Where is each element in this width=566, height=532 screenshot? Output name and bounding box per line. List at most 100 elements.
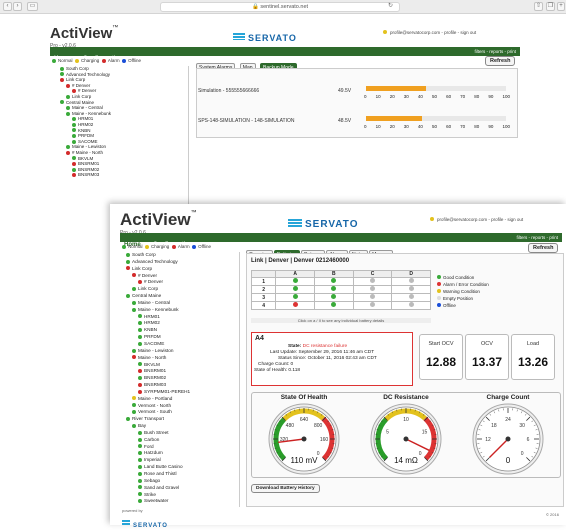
tree-item[interactable]: BNSRM03 (54, 172, 188, 178)
share-icon[interactable]: ⇧ (534, 2, 543, 11)
tree-item-label: Sand and Gravel (144, 485, 179, 490)
battery-cell[interactable] (315, 286, 354, 294)
legend-charging: Charging (151, 244, 169, 249)
tree-item[interactable]: River Transport (120, 416, 239, 423)
tabs-icon[interactable]: ❐ (546, 2, 555, 11)
url-bar[interactable]: 🔒 sentinel.servato.net (160, 2, 400, 12)
tree-item[interactable]: Maine - Kennebunk (120, 307, 239, 314)
voltage-scale: 0102030405060708090100 (364, 124, 510, 129)
url-text: sentinel.servato.net (260, 4, 308, 10)
profile-links[interactable]: profile@servatocorp.com - profile - sign… (430, 217, 523, 222)
scale-tick: 60 (446, 124, 451, 129)
battery-cell[interactable] (315, 302, 354, 310)
tree-item[interactable]: BNSRM02 (120, 375, 239, 382)
sidebar-icon[interactable]: ▭ (27, 2, 38, 11)
filter-links[interactable]: filters - reports - print (474, 47, 516, 56)
sim-row-label[interactable]: SPS-148-SIMULATION - 148-SIMULATION (198, 118, 295, 124)
new-tab-icon[interactable]: + (557, 2, 565, 11)
tree-item[interactable]: BNSRM01 (120, 368, 239, 375)
alarm-icon (172, 245, 176, 249)
tree-item[interactable]: HRM01 (120, 314, 239, 321)
back-icon[interactable]: ‹ (3, 2, 12, 11)
sim-row-label[interactable]: Simulation - 555555666666 (198, 88, 259, 94)
battery-cell[interactable] (392, 286, 431, 294)
tree-item[interactable]: SYRPMM01-PEREH1 (120, 389, 239, 396)
gauge-tick-label: 640 (300, 417, 309, 423)
tree-item[interactable]: Sweetwater (120, 498, 239, 505)
battery-cell[interactable] (276, 294, 315, 302)
tree-item[interactable]: Maine - Central (120, 300, 239, 307)
tree-item[interactable]: Central Maine (120, 293, 239, 300)
tree-item[interactable]: Maine - Lewiston (120, 348, 239, 355)
tree-item[interactable]: Link Corp (120, 266, 239, 273)
battery-cell[interactable] (353, 286, 392, 294)
status-dot-icon (138, 451, 142, 455)
status-dot-icon (60, 100, 64, 104)
battery-cell[interactable] (315, 278, 354, 286)
tree-item[interactable]: # Denver (120, 279, 239, 286)
gauge-title: DC Resistance (357, 394, 455, 401)
table-note: Click on a / II to see any individual ba… (251, 318, 431, 323)
battery-cell[interactable] (353, 294, 392, 302)
refresh-button[interactable]: Refresh (528, 243, 558, 253)
tree-item[interactable]: KNBN (120, 327, 239, 334)
battery-cell[interactable] (392, 294, 431, 302)
tree-item[interactable]: HRM02 (120, 320, 239, 327)
battery-cell[interactable] (392, 302, 431, 310)
tree-item-label: Central Maine (66, 100, 94, 105)
gauge-tick-label: 5 (386, 429, 389, 435)
tree-item[interactable]: Vermont - South (120, 409, 239, 416)
profile-links[interactable]: profile@servatocorp.com - profile - sign… (383, 30, 476, 35)
tree-item[interactable]: Ford (120, 444, 239, 451)
battery-cell[interactable] (276, 278, 315, 286)
status-dot-icon (138, 342, 142, 346)
tree-item[interactable]: BKVLM (120, 362, 239, 369)
legend-item: Empty Position (437, 295, 489, 302)
reload-icon[interactable]: ↻ (386, 3, 395, 12)
download-battery-history-button[interactable]: Download Battery History (251, 484, 320, 493)
battery-cell[interactable] (353, 302, 392, 310)
battery-cell[interactable] (276, 302, 315, 310)
logo-tm: ™ (191, 210, 197, 216)
tree-item-label: Advanced Technology (132, 259, 178, 264)
tree-item[interactable]: Bush Street (120, 430, 239, 437)
tree-item[interactable]: Bay (120, 423, 239, 430)
status-dot-icon (138, 376, 142, 380)
tree-item[interactable]: Advanced Technology (120, 259, 239, 266)
logo-tm: ™ (112, 25, 118, 31)
battery-cell[interactable] (392, 278, 431, 286)
status-dot-icon (132, 424, 136, 428)
status-dot-icon (138, 383, 142, 387)
tree-item-label: BNSRM01 (78, 161, 99, 166)
gauge-dial: 51015014 mΩ (357, 401, 455, 475)
filter-links[interactable]: filters - reports - print (516, 233, 558, 242)
tree-item[interactable]: Hatzdum (120, 450, 239, 457)
forward-icon[interactable]: › (13, 2, 22, 11)
status-dot-icon (66, 145, 70, 149)
tree-item[interactable]: Rose and Thistl (120, 471, 239, 478)
tree-item[interactable]: Sand and Gravel (120, 485, 239, 492)
tree-item[interactable]: # Denver (120, 273, 239, 280)
tree-item[interactable]: PRFDM (120, 334, 239, 341)
battery-cell[interactable] (276, 286, 315, 294)
metric-card: Start OCV12.88 (419, 334, 463, 380)
tree-item[interactable]: SACOME (120, 341, 239, 348)
tree-item[interactable]: Link Corp (120, 286, 239, 293)
tree-item[interactable]: South Corp (120, 252, 239, 259)
tree-item[interactable]: Vermont - North (120, 403, 239, 410)
servato-logo-icon (288, 219, 302, 227)
tree-item-label: BNSRM03 (78, 172, 99, 177)
tree-item[interactable]: BNSRM03 (120, 382, 239, 389)
tree-item[interactable]: Sebago (120, 478, 239, 485)
tree-item[interactable]: Carbon (120, 437, 239, 444)
tree-item[interactable]: Maine - Portland (120, 396, 239, 403)
tree-item[interactable]: Land Butte Casino (120, 464, 239, 471)
tree-item[interactable]: Imperial (120, 457, 239, 464)
refresh-button[interactable]: Refresh (485, 56, 515, 66)
battery-cell[interactable] (353, 278, 392, 286)
tree-item[interactable]: Maine - North (120, 355, 239, 362)
battery-cell[interactable] (315, 294, 354, 302)
tree-item[interactable]: Strike (120, 492, 239, 499)
tree-item-label: Maine - Kennebunk (72, 111, 111, 116)
battery-status-icon (409, 278, 414, 283)
